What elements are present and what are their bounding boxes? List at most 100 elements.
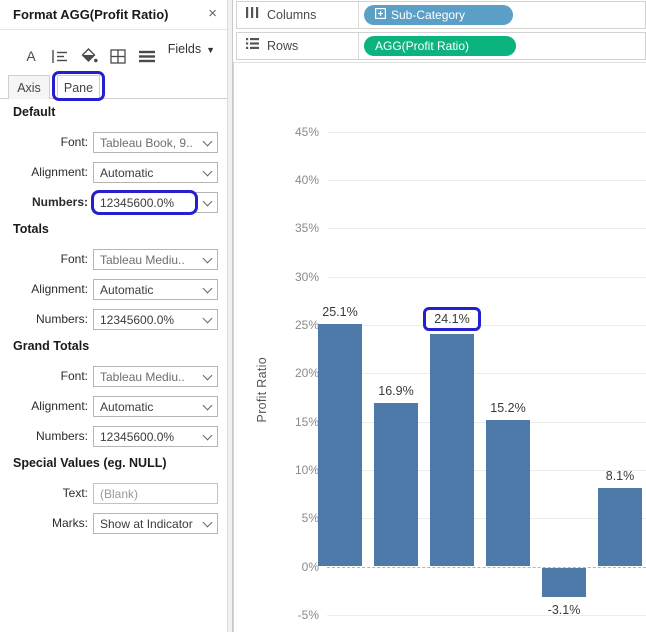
gridline xyxy=(327,325,646,326)
columns-shelf-label-cell: Columns xyxy=(237,2,359,28)
tab-pane[interactable]: Pane xyxy=(57,75,100,99)
default-font-select[interactable]: Tableau Book, 9.. xyxy=(93,132,218,153)
gridline xyxy=(327,180,646,181)
fields-dropdown[interactable]: Fields ▼ xyxy=(168,42,215,56)
zero-line xyxy=(327,567,646,568)
select-value: Tableau Mediu.. xyxy=(100,251,199,270)
grand-totals-font-row: Font: Tableau Mediu.. xyxy=(9,366,218,387)
y-tick-label: 40% xyxy=(269,172,319,188)
totals-numbers-select[interactable]: 12345600.0% xyxy=(93,309,218,330)
bar[interactable] xyxy=(430,334,474,567)
bar-value-label-highlighted: 24.1% xyxy=(423,307,481,331)
select-value: Show at Indicator xyxy=(100,515,199,534)
y-tick-label: 15% xyxy=(269,414,319,430)
columns-icon xyxy=(246,6,259,24)
section-heading-special-values: Special Values (eg. NULL) xyxy=(13,456,218,472)
select-value: 12345600.0% xyxy=(100,311,199,330)
totals-alignment-row: Alignment: Automatic xyxy=(9,279,218,300)
gridline xyxy=(327,373,646,374)
chart-pane[interactable]: Profit Ratio 45%40%35%30%25%20%15%10%5%0… xyxy=(233,62,646,632)
select-value: Automatic xyxy=(100,164,199,183)
format-panel-content: Default Font: Tableau Book, 9.. Alignmen… xyxy=(0,99,227,534)
numbers-label: Numbers: xyxy=(9,426,93,447)
totals-font-select[interactable]: Tableau Mediu.. xyxy=(93,249,218,270)
section-heading-default: Default xyxy=(13,105,218,121)
gridline xyxy=(327,277,646,278)
gridline xyxy=(327,228,646,229)
font-label: Font: xyxy=(9,249,93,270)
caret-down-icon: ▼ xyxy=(206,45,215,55)
bar[interactable] xyxy=(374,403,418,566)
columns-label: Columns xyxy=(267,8,316,22)
chevron-down-icon xyxy=(203,167,213,177)
y-tick-label: 30% xyxy=(269,269,319,285)
shading-icon[interactable] xyxy=(80,48,98,65)
default-font-row: Font: Tableau Book, 9.. xyxy=(9,132,218,153)
rows-shelf-label-cell: Rows xyxy=(237,33,359,59)
rows-icon xyxy=(246,37,259,55)
numbers-label: Numbers: xyxy=(9,309,93,330)
grand-totals-font-select[interactable]: Tableau Mediu.. xyxy=(93,366,218,387)
y-tick-label: 5% xyxy=(269,510,319,526)
y-tick-label: 10% xyxy=(269,462,319,478)
columns-shelf[interactable]: Columns Sub-Category xyxy=(236,1,646,29)
bar-value-label: 15.2% xyxy=(478,400,538,416)
font-icon[interactable]: A xyxy=(22,48,40,65)
select-value: 12345600.0% xyxy=(100,194,199,213)
special-text-field-wrap xyxy=(93,483,218,504)
alignment-icon[interactable] xyxy=(51,48,69,65)
y-tick-label: 0% xyxy=(269,559,319,575)
pill-sub-category[interactable]: Sub-Category xyxy=(364,5,513,25)
text-label: Text: xyxy=(9,483,93,504)
fields-label: Fields xyxy=(168,42,201,56)
chevron-down-icon xyxy=(203,314,213,324)
pill-agg-profit-ratio[interactable]: AGG(Profit Ratio) xyxy=(364,36,516,56)
bar[interactable] xyxy=(318,324,362,566)
pill-label: Sub-Category xyxy=(391,8,465,22)
totals-alignment-select[interactable]: Automatic xyxy=(93,279,218,300)
marks-label: Marks: xyxy=(9,513,93,534)
default-numbers-row: Numbers: 12345600.0% xyxy=(9,192,218,213)
format-tabs: Axis Pane xyxy=(0,74,227,99)
default-alignment-select[interactable]: Automatic xyxy=(93,162,218,183)
format-panel-header: Format AGG(Profit Ratio) × xyxy=(0,0,227,30)
alignment-label: Alignment: xyxy=(9,396,93,417)
default-alignment-row: Alignment: Automatic xyxy=(9,162,218,183)
bar[interactable] xyxy=(542,568,586,598)
rows-shelf[interactable]: Rows AGG(Profit Ratio) xyxy=(236,32,646,60)
select-value: Tableau Mediu.. xyxy=(100,368,199,387)
expand-plus-icon[interactable] xyxy=(375,8,386,22)
chevron-down-icon xyxy=(203,284,213,294)
section-heading-totals: Totals xyxy=(13,222,218,238)
select-value: Automatic xyxy=(100,281,199,300)
chevron-down-icon xyxy=(203,197,213,207)
special-marks-select[interactable]: Show at Indicator xyxy=(93,513,218,534)
borders-icon[interactable] xyxy=(109,48,127,65)
y-tick-label: 20% xyxy=(269,365,319,381)
bar-value-label: 8.1% xyxy=(590,468,646,484)
gridline xyxy=(327,615,646,616)
special-text-input[interactable] xyxy=(94,484,217,503)
select-value: Tableau Book, 9.. xyxy=(100,134,199,153)
y-axis-title: Profit Ratio xyxy=(255,357,269,422)
default-numbers-select[interactable]: 12345600.0% xyxy=(93,192,218,213)
grand-totals-alignment-select[interactable]: Automatic xyxy=(93,396,218,417)
y-tick-label: -5% xyxy=(269,607,319,623)
lines-icon[interactable] xyxy=(138,48,156,65)
bar[interactable] xyxy=(598,488,642,566)
numbers-label: Numbers: xyxy=(9,192,93,213)
grand-totals-numbers-select[interactable]: 12345600.0% xyxy=(93,426,218,447)
y-tick-label: 35% xyxy=(269,220,319,236)
grand-totals-numbers-row: Numbers: 12345600.0% xyxy=(9,426,218,447)
tab-axis[interactable]: Axis xyxy=(8,75,50,99)
special-text-row: Text: xyxy=(9,483,218,504)
totals-font-row: Font: Tableau Mediu.. xyxy=(9,249,218,270)
y-tick-label: 45% xyxy=(269,124,319,140)
format-panel: Format AGG(Profit Ratio) × A Fie xyxy=(0,0,227,632)
chevron-down-icon xyxy=(203,371,213,381)
bar[interactable] xyxy=(486,420,530,567)
bar-value-label: 25.1% xyxy=(310,304,370,320)
pill-label: AGG(Profit Ratio) xyxy=(375,39,469,53)
close-icon[interactable]: × xyxy=(208,5,217,22)
section-heading-grand-totals: Grand Totals xyxy=(13,339,218,355)
